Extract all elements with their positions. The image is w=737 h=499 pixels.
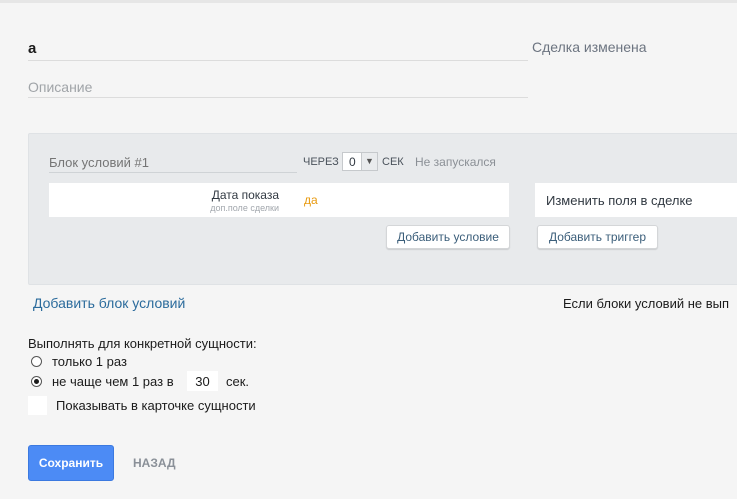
- condition-field-source: доп.поле сделки: [210, 203, 279, 213]
- action-label: Изменить поля в сделке: [546, 193, 693, 208]
- block-name-input[interactable]: [49, 152, 297, 173]
- delay-sec-label: СЕК: [382, 156, 404, 168]
- delay-value: 0: [349, 155, 356, 169]
- condition-value[interactable]: да: [304, 193, 318, 207]
- radio-frequency[interactable]: [31, 376, 42, 387]
- add-trigger-button[interactable]: Добавить триггер: [537, 225, 658, 249]
- add-condition-button[interactable]: Добавить условие: [386, 225, 510, 249]
- execution-title: Выполнять для конкретной сущности:: [28, 336, 257, 351]
- frequency-input[interactable]: [187, 371, 218, 391]
- trigger-name-input[interactable]: [28, 36, 528, 61]
- delay-select[interactable]: 0 ▼: [342, 152, 378, 171]
- condition-row[interactable]: Дата показа доп.поле сделки да: [49, 183, 509, 217]
- top-divider: [0, 0, 737, 3]
- radio-once[interactable]: [31, 356, 42, 367]
- delay-through-label: ЧЕРЕЗ: [303, 156, 339, 168]
- action-row[interactable]: Изменить поля в сделке: [535, 183, 737, 217]
- block-status: Не запускался: [415, 155, 496, 169]
- add-condition-block-link[interactable]: Добавить блок условий: [33, 295, 185, 311]
- back-button[interactable]: НАЗАД: [133, 456, 176, 470]
- save-button[interactable]: Сохранить: [28, 445, 114, 481]
- frequency-unit: сек.: [226, 374, 250, 389]
- trigger-event-title: Сделка изменена: [532, 39, 647, 55]
- option-frequency-label[interactable]: не чаще чем 1 раз в: [52, 374, 174, 389]
- else-block-label: Если блоки условий не вып: [563, 296, 730, 311]
- condition-field-name: Дата показа: [211, 188, 279, 202]
- option-once-label[interactable]: только 1 раз: [52, 354, 127, 369]
- description-input[interactable]: [28, 76, 528, 98]
- show-in-card-checkbox[interactable]: [28, 396, 47, 415]
- chevron-down-icon: ▼: [361, 153, 377, 170]
- show-in-card-label[interactable]: Показывать в карточке сущности: [56, 398, 256, 413]
